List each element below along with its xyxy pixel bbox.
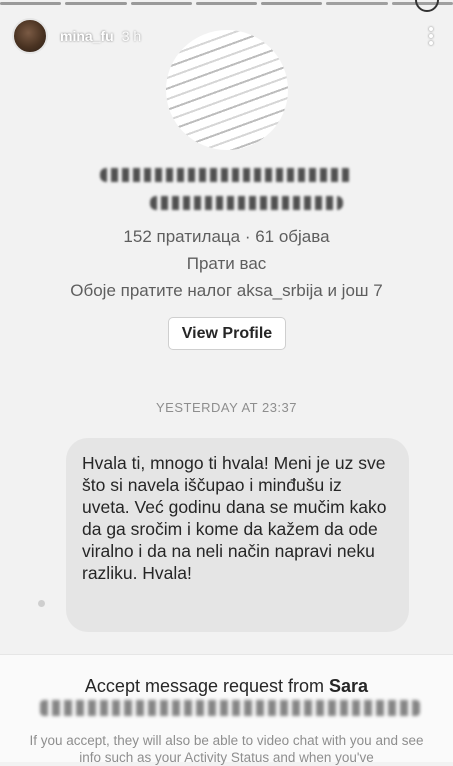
story-progress-segment	[130, 2, 192, 5]
story-progress-segment	[65, 2, 127, 5]
message-bubble: Hvala ti, mnogo ti hvala! Meni je uz sve…	[66, 438, 409, 632]
profile-picture-redacted	[166, 30, 288, 150]
view-profile-button[interactable]: View Profile	[168, 317, 286, 350]
message-timestamp: YESTERDAY AT 23:37	[156, 400, 297, 415]
avatar[interactable]	[12, 18, 48, 54]
story-progress-segment	[261, 2, 323, 5]
story-progress-segment	[0, 2, 62, 5]
request-title-prefix: Accept message request from	[84, 676, 330, 696]
mutual-followers: Обоје пратите налог aksa_srbija и још 7	[70, 281, 383, 300]
story-time: 3 h	[121, 28, 142, 44]
close-icon[interactable]	[415, 0, 439, 12]
story-progress-bar	[0, 2, 453, 5]
redacted-request-name	[40, 700, 420, 716]
story-progress-segment	[326, 2, 388, 5]
follows-you-label: Прати вас	[186, 254, 267, 273]
sender-avatar	[38, 600, 45, 607]
story-progress-segment	[195, 2, 258, 5]
request-sender-name: Sara	[329, 676, 369, 696]
profile-stats: 152 пратилаца · 61 објава	[123, 227, 330, 246]
story-username[interactable]: mina_fu	[60, 28, 114, 44]
redacted-handle	[150, 196, 343, 210]
more-options-icon[interactable]	[421, 24, 441, 48]
request-title: Accept message request from Sara	[0, 676, 453, 697]
redacted-full-name	[100, 168, 353, 182]
